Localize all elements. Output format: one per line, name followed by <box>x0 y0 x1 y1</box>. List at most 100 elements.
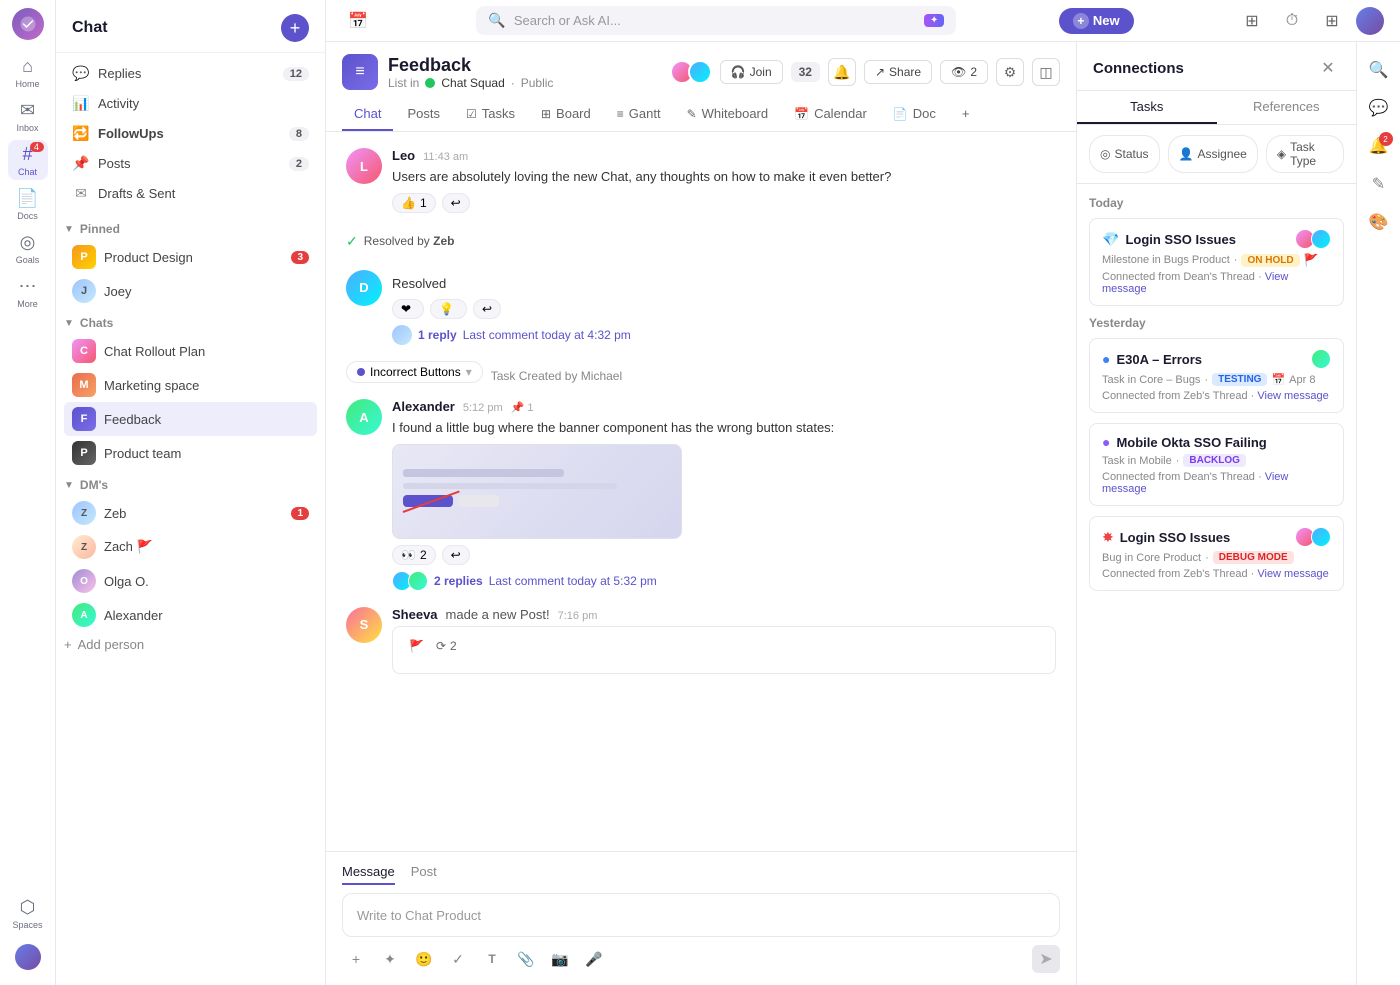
tab-tasks-panel[interactable]: Tasks <box>1077 91 1217 124</box>
reaction-reply3[interactable]: ↩ <box>442 545 470 565</box>
tab-gantt[interactable]: ≡ Gantt <box>605 98 673 131</box>
pencil-side-button[interactable]: ✎ <box>1363 168 1395 200</box>
notification-bell-button[interactable]: 🔔 <box>828 58 856 86</box>
reaction-reply2[interactable]: ↩ <box>473 299 501 319</box>
nav-replies[interactable]: 💬 Replies 12 <box>64 59 317 88</box>
timer-icon[interactable]: ⏱ <box>1276 5 1308 37</box>
mobile-okta-view-link[interactable]: View message <box>1102 471 1288 495</box>
filter-task-type[interactable]: ◈ Task Type <box>1266 135 1344 173</box>
nav-activity[interactable]: 📊 Activity <box>64 89 317 118</box>
login-sso-debug-view-link[interactable]: View message <box>1257 568 1328 580</box>
new-chat-button[interactable]: + <box>281 14 309 42</box>
chats-section-header[interactable]: ▼ Chats <box>56 308 325 334</box>
add-person-button[interactable]: + Add person <box>56 632 325 657</box>
alex-reply-info[interactable]: 2 replies Last comment today at 5:32 pm <box>392 571 1056 591</box>
mobile-okta-icon: ● <box>1102 434 1110 450</box>
tab-doc[interactable]: 📄 Doc <box>881 98 948 131</box>
pinned-section-header[interactable]: ▼ Pinned <box>56 214 325 240</box>
alex-time: 5:12 pm <box>463 402 503 414</box>
input-tab-post[interactable]: Post <box>411 864 437 885</box>
user-profile-avatar[interactable] <box>1356 7 1384 35</box>
nav-posts[interactable]: 📌 Posts 2 <box>64 149 317 178</box>
send-button[interactable]: ➤ <box>1032 945 1060 973</box>
tab-add[interactable]: + <box>950 98 982 131</box>
emoji-tool-button[interactable]: 🙂 <box>410 945 438 973</box>
alex-avatar: A <box>346 399 382 435</box>
reply-avatars <box>392 571 428 591</box>
mic-tool-button[interactable]: 🎤 <box>580 945 608 973</box>
login-sso-name: Login SSO Issues <box>1125 232 1289 247</box>
tab-tasks[interactable]: ☑ Tasks <box>454 98 527 131</box>
reaction-heart[interactable]: ❤ <box>392 299 424 319</box>
sidebar-toggle-button[interactable]: ◫ <box>1032 58 1060 86</box>
filter-assignee[interactable]: 👤 Assignee <box>1168 135 1258 173</box>
sidebar-item-docs[interactable]: 📄 Docs <box>8 184 48 224</box>
sidebar-item-goals[interactable]: ◎ Goals <box>8 228 48 268</box>
e30a-view-link[interactable]: View message <box>1257 390 1328 402</box>
sidebar-item-more[interactable]: ⋯ More <box>8 272 48 312</box>
new-button[interactable]: + New <box>1059 8 1134 34</box>
join-button[interactable]: 🎧 Join <box>720 60 783 84</box>
share-button[interactable]: ↗ Share <box>864 60 932 84</box>
message-input-box[interactable]: Write to Chat Product <box>342 893 1060 937</box>
text-tool-button[interactable]: T <box>478 945 506 973</box>
channel-marketing-space[interactable]: M Marketing space <box>64 368 317 402</box>
settings-button[interactable]: ⚙ <box>996 58 1024 86</box>
arrow-annotation <box>403 511 463 513</box>
channel-feedback[interactable]: F Feedback <box>64 402 317 436</box>
plus-tool-button[interactable]: + <box>342 945 370 973</box>
dms-section-header[interactable]: ▼ DM's <box>56 470 325 496</box>
apps-icon[interactable]: ⊞ <box>1316 5 1348 37</box>
input-tab-message[interactable]: Message <box>342 864 395 885</box>
dm-olga[interactable]: O Olga O. <box>64 564 317 598</box>
camera-tool-button[interactable]: 📷 <box>546 945 574 973</box>
attachment-tool-button[interactable]: 📎 <box>512 945 540 973</box>
palette-side-button[interactable]: 🎨 <box>1363 206 1395 238</box>
sidebar-item-spaces[interactable]: ⬡ Spaces <box>8 893 48 933</box>
search-icon: 🔍 <box>488 12 505 29</box>
reaction-reply[interactable]: ↩ <box>442 193 470 213</box>
login-sso-view-link[interactable]: View message <box>1102 271 1288 295</box>
tab-board[interactable]: ⊞ Board <box>529 98 603 131</box>
login-av2 <box>1311 229 1331 249</box>
notifications-side-button[interactable]: 🔔 2 <box>1363 130 1395 162</box>
task-tag-row: Incorrect Buttons ▾ Task Created by Mich… <box>346 361 1056 391</box>
sparkle-tool-button[interactable]: ✦ <box>376 945 404 973</box>
close-panel-button[interactable]: ✕ <box>1316 56 1340 80</box>
sidebar-item-home[interactable]: ⌂ Home <box>8 52 48 92</box>
tab-references-panel[interactable]: References <box>1217 91 1357 124</box>
search-bar[interactable]: 🔍 Search or Ask AI... ✦ <box>476 6 956 35</box>
dean-reply-info[interactable]: 1 reply Last comment today at 4:32 pm <box>392 325 1056 345</box>
left-panel-scroll: 💬 Replies 12 📊 Activity 🔁 FollowUps 8 📌 … <box>56 53 325 985</box>
sidebar-item-chat[interactable]: 4 # Chat <box>8 140 48 180</box>
reaction-eyes[interactable]: 👀 2 <box>392 545 436 565</box>
calendar-icon[interactable]: 📅 <box>342 5 374 37</box>
grid-icon[interactable]: ⊞ <box>1236 5 1268 37</box>
filter-status[interactable]: ◎ Status <box>1089 135 1160 173</box>
search-side-button[interactable]: 🔍 <box>1363 54 1395 86</box>
sidebar-item-inbox[interactable]: ✉ Inbox <box>8 96 48 136</box>
channel-product-design[interactable]: P Product Design 3 <box>64 240 317 274</box>
nav-followups[interactable]: 🔁 FollowUps 8 <box>64 119 317 148</box>
channel-product-team[interactable]: P Product team <box>64 436 317 470</box>
nav-drafts[interactable]: ✉ Drafts & Sent <box>64 179 317 208</box>
tab-calendar[interactable]: 📅 Calendar <box>782 98 879 131</box>
chat-side-button[interactable]: 💬 <box>1363 92 1395 124</box>
checklist-tool-button[interactable]: ✓ <box>444 945 472 973</box>
tab-chat[interactable]: Chat <box>342 98 393 131</box>
tab-posts[interactable]: Posts <box>395 98 452 131</box>
tab-whiteboard[interactable]: ✎ Whiteboard <box>675 98 781 131</box>
app-logo[interactable] <box>12 8 44 40</box>
reaction-thumbs[interactable]: 👍 1 <box>392 193 436 213</box>
task-tag[interactable]: Incorrect Buttons ▾ <box>346 361 483 383</box>
panel-filters: ◎ Status 👤 Assignee ◈ Task Type <box>1077 125 1356 184</box>
channel-joey[interactable]: J Joey <box>64 274 317 308</box>
view-button[interactable]: 👁 2 <box>940 60 988 84</box>
mobile-okta-status: BACKLOG <box>1183 454 1246 467</box>
dm-zach[interactable]: Z Zach 🚩 <box>64 530 317 564</box>
dm-alexander[interactable]: A Alexander <box>64 598 317 632</box>
channel-chat-rollout[interactable]: C Chat Rollout Plan <box>64 334 317 368</box>
reaction-bulb[interactable]: 💡 <box>430 299 467 319</box>
sidebar-item-profile[interactable] <box>8 937 48 977</box>
dm-zeb[interactable]: Z Zeb 1 <box>64 496 317 530</box>
